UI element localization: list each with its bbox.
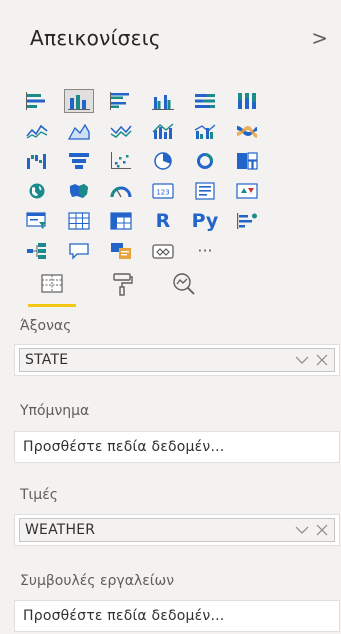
- clustered-column-chart-icon[interactable]: [148, 89, 178, 113]
- visual-gallery: 123 R Py ···: [22, 89, 262, 263]
- map-icon[interactable]: [22, 179, 52, 203]
- axis-field-name: STATE: [25, 352, 69, 368]
- 100-stacked-bar-chart-icon[interactable]: [190, 89, 220, 113]
- python-visual-icon[interactable]: Py: [190, 209, 220, 233]
- q-and-a-icon[interactable]: [64, 239, 94, 263]
- table-icon[interactable]: [64, 209, 94, 233]
- filled-map-icon[interactable]: [64, 179, 94, 203]
- axis-well-label: Άξονας: [20, 318, 72, 334]
- multi-row-card-icon[interactable]: [190, 179, 220, 203]
- key-influencers-icon[interactable]: [232, 209, 262, 233]
- py-label: Py: [191, 209, 219, 232]
- tab-format[interactable]: [102, 269, 142, 299]
- decomposition-tree-icon[interactable]: [22, 239, 52, 263]
- remove-field-icon[interactable]: [316, 354, 328, 366]
- format-tab-icon: [113, 273, 133, 296]
- chevron-down-icon[interactable]: [294, 524, 310, 536]
- line-and-stacked-column-chart-icon[interactable]: [148, 119, 178, 143]
- tab-analytics[interactable]: [164, 269, 204, 299]
- values-well[interactable]: WEATHER: [14, 514, 340, 546]
- funnel-chart-icon[interactable]: [64, 149, 94, 173]
- slicer-icon[interactable]: [22, 209, 52, 233]
- chevron-down-icon[interactable]: [294, 354, 310, 366]
- r-script-visual-icon[interactable]: R: [148, 209, 178, 233]
- axis-well[interactable]: STATE: [14, 344, 340, 376]
- values-field-name: WEATHER: [25, 522, 96, 538]
- more-visuals-icon[interactable]: ···: [190, 239, 220, 263]
- area-chart-icon[interactable]: [64, 119, 94, 143]
- matrix-icon[interactable]: [106, 209, 136, 233]
- active-tab-indicator: [28, 304, 76, 307]
- kpi-icon[interactable]: [232, 179, 262, 203]
- paginated-report-icon[interactable]: [148, 239, 178, 263]
- remove-field-icon[interactable]: [316, 524, 328, 536]
- clustered-bar-chart-icon[interactable]: [106, 89, 136, 113]
- pie-chart-icon[interactable]: [148, 149, 178, 173]
- collapse-pane-button[interactable]: >: [311, 26, 328, 50]
- donut-chart-icon[interactable]: [190, 149, 220, 173]
- gauge-icon[interactable]: [106, 179, 136, 203]
- tooltips-well[interactable]: Προσθέστε πεδία δεδομέν...: [14, 600, 340, 632]
- more-visuals-dots: ···: [197, 241, 213, 260]
- axis-field-pill[interactable]: STATE: [19, 348, 335, 372]
- legend-placeholder: Προσθέστε πεδία δεδομέν...: [23, 439, 225, 455]
- visualizations-header: Απεικονίσεις >: [30, 26, 330, 54]
- smart-narrative-icon[interactable]: [106, 239, 136, 263]
- ribbon-chart-icon[interactable]: [232, 119, 262, 143]
- legend-well[interactable]: Προσθέστε πεδία δεδομέν...: [14, 431, 340, 463]
- scatter-chart-icon[interactable]: [106, 149, 136, 173]
- pane-tabs: [28, 269, 258, 309]
- analytics-tab-icon: [173, 273, 195, 295]
- values-field-pill[interactable]: WEATHER: [19, 518, 335, 542]
- values-well-label: Τιμές: [20, 487, 58, 503]
- svg-text:123: 123: [156, 189, 169, 197]
- waterfall-chart-icon[interactable]: [22, 149, 52, 173]
- line-chart-icon[interactable]: [22, 119, 52, 143]
- treemap-icon[interactable]: [232, 149, 262, 173]
- tooltips-well-label: Συμβουλές εργαλείων: [20, 573, 175, 589]
- pane-title: Απεικονίσεις: [30, 26, 161, 50]
- line-and-clustered-column-chart-icon[interactable]: [190, 119, 220, 143]
- legend-well-label: Υπόμνημα: [20, 403, 90, 419]
- stacked-column-chart-icon[interactable]: [64, 89, 94, 113]
- tab-fields[interactable]: [32, 269, 72, 299]
- 100-stacked-column-chart-icon[interactable]: [232, 89, 262, 113]
- fields-tab-icon: [41, 274, 63, 293]
- r-label: R: [155, 209, 171, 232]
- stacked-area-chart-icon[interactable]: [106, 119, 136, 143]
- card-icon[interactable]: 123: [148, 179, 178, 203]
- stacked-bar-chart-icon[interactable]: [22, 89, 52, 113]
- tooltips-placeholder: Προσθέστε πεδία δεδομέν...: [23, 608, 225, 624]
